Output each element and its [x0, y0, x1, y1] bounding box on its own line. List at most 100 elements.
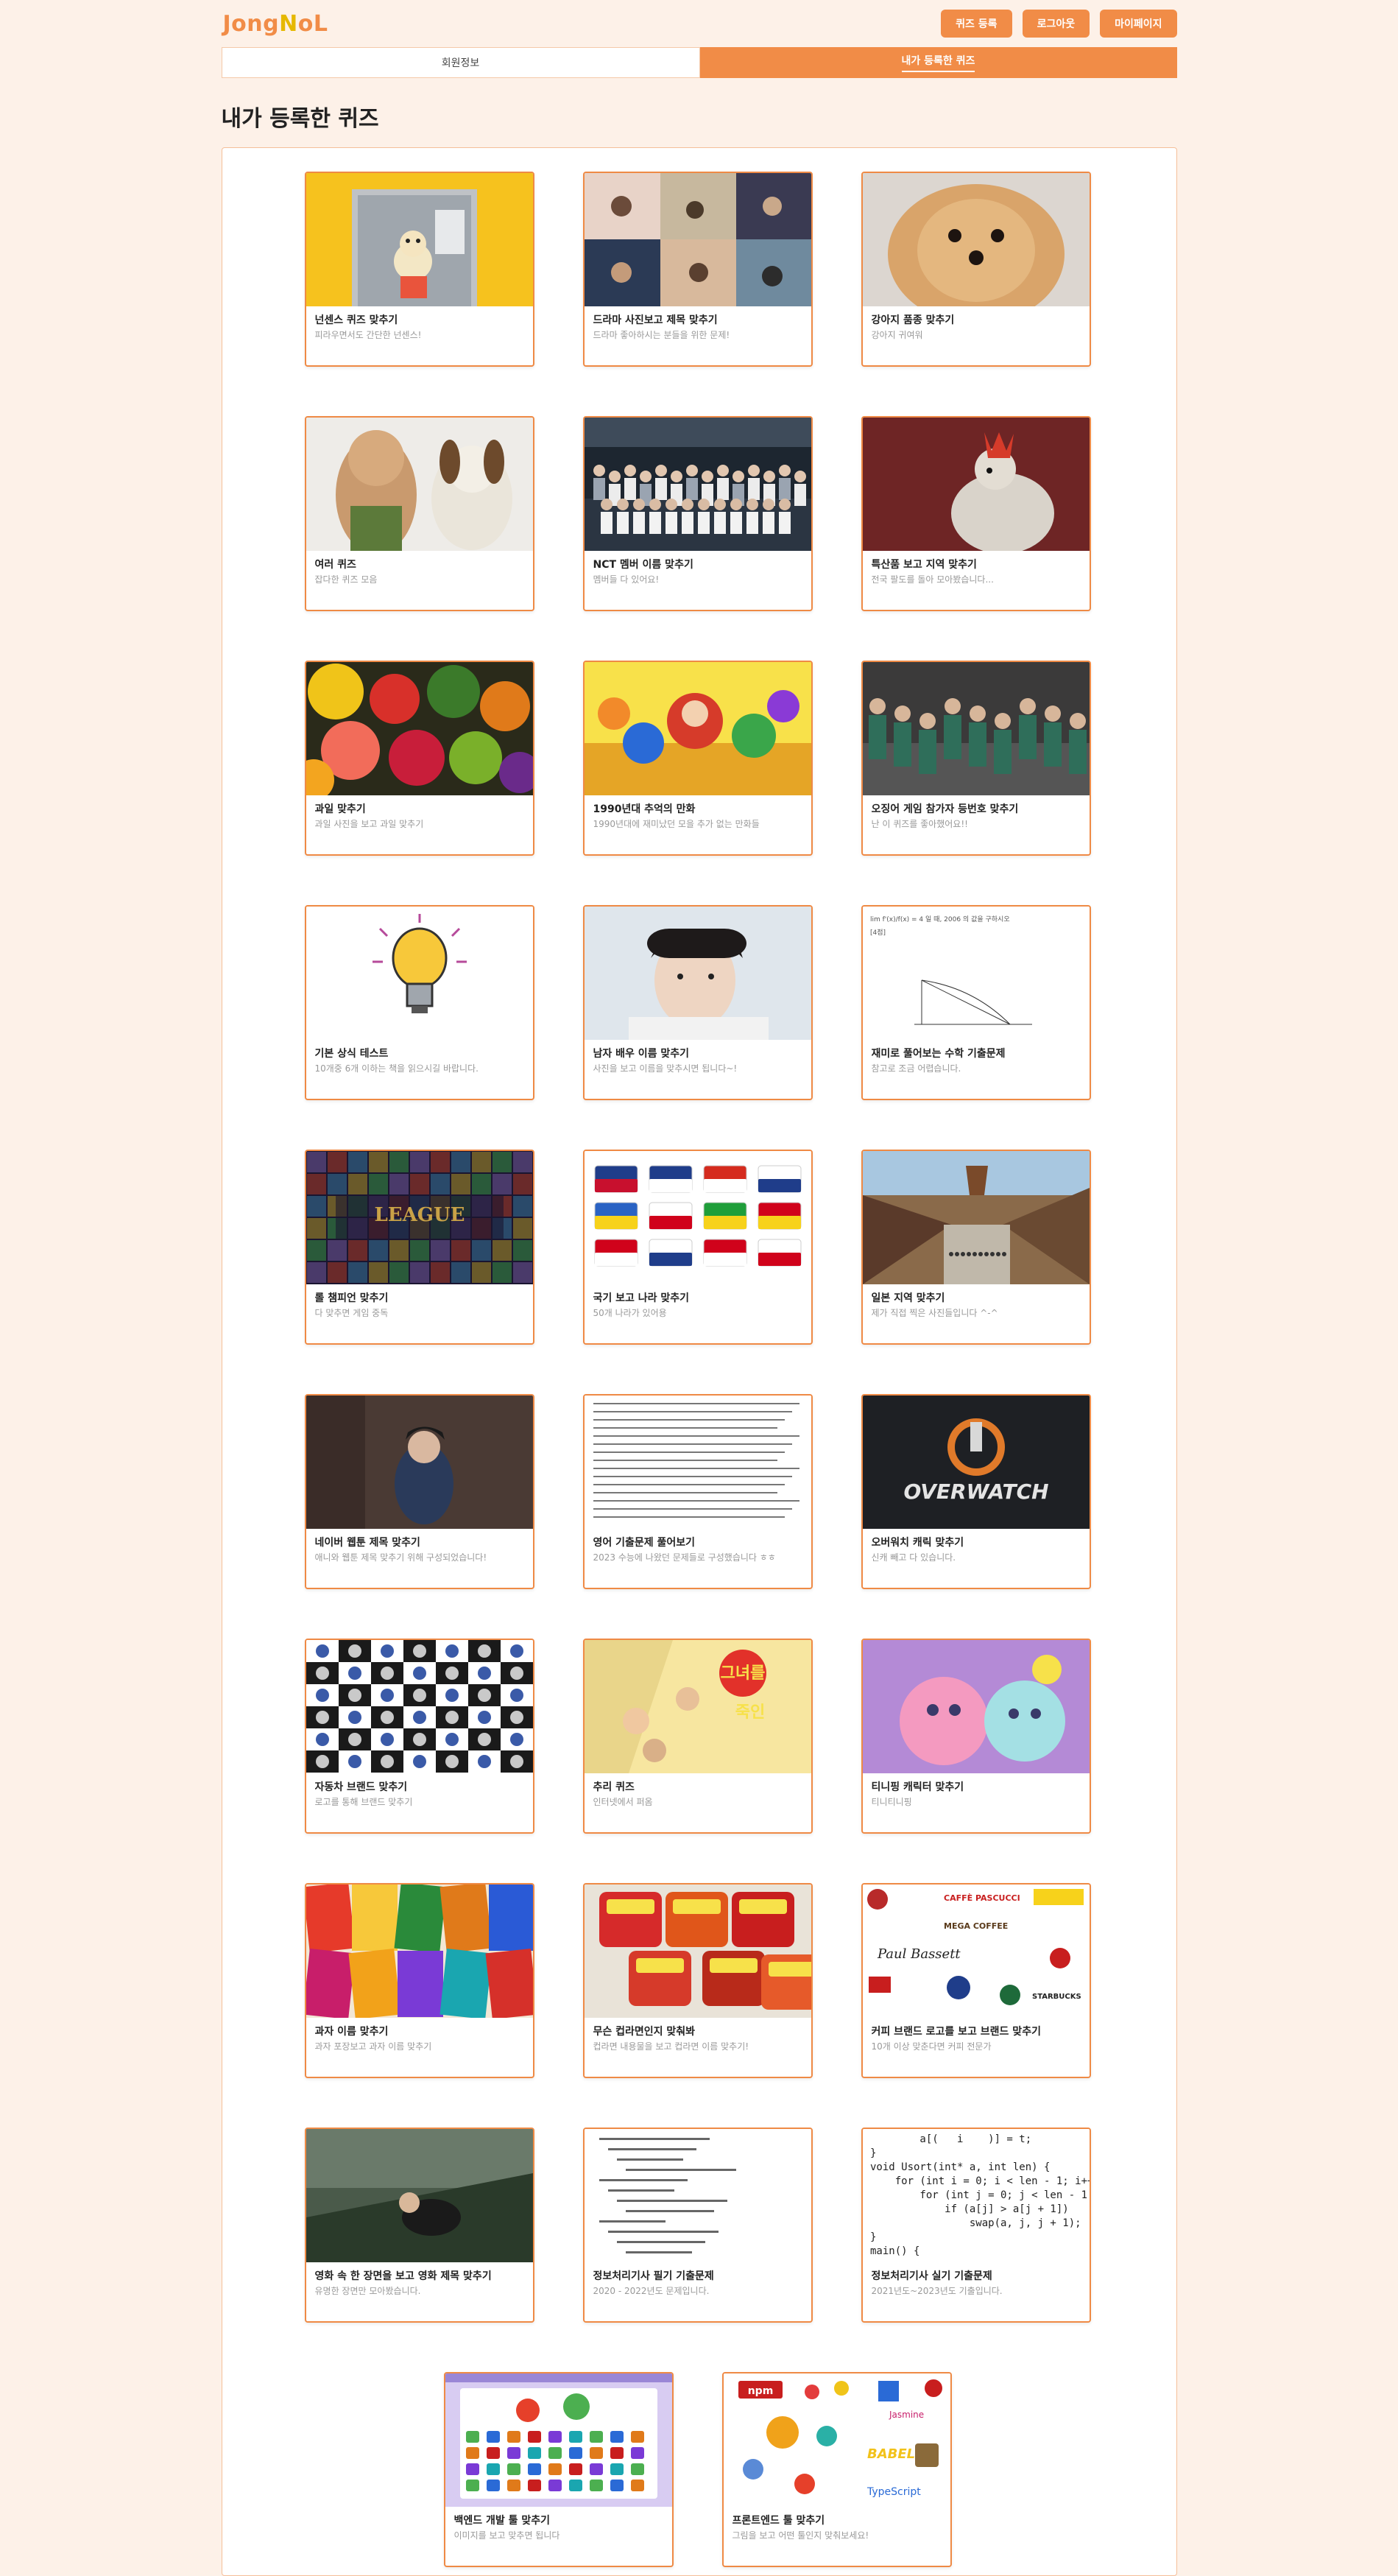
quiz-description: 사진을 보고 이름을 맞추시면 됩니다~! [593, 1063, 738, 1074]
quiz-title[interactable]: 커피 브랜드 로고를 보고 브랜드 맞추기 [872, 2024, 1081, 2038]
quiz-thumbnail[interactable] [584, 662, 811, 795]
quiz-card[interactable]: lim f'(x)/f(x) = 4 일 때, 2006 의 값을 구하시오 [4… [861, 905, 1091, 1100]
quiz-title[interactable]: 네이버 웹툰 제목 맞추기 [315, 1535, 524, 1549]
quiz-card[interactable]: 정보처리기사 필기 기출문제 2020 - 2022년도 문제입니다. [582, 2128, 813, 2323]
quiz-thumbnail[interactable] [862, 1151, 1090, 1284]
quiz-thumbnail[interactable]: CAFFÈ PASCUCCI MEGA COFFEE Paul Bassett STA… [862, 1885, 1090, 2018]
quiz-card[interactable]: a[( i )] = t;} void Usort(int* a, int len… [861, 2128, 1091, 2323]
quiz-thumbnail[interactable]: lim f'(x)/f(x) = 4 일 때, 2006 의 값을 구하시오 [4… [862, 907, 1090, 1040]
mypage-button[interactable]: 마이페이지 [1100, 10, 1177, 38]
quiz-description: 난 이 퀴즈를 좋아했어요!! [871, 819, 968, 829]
quiz-card[interactable]: 1990년대 추억의 만화 1990년대에 재미났던 모을 추가 없는 만화들 [582, 661, 813, 856]
quiz-card[interactable]: 기본 상식 테스트 10개중 6개 이하는 책을 읽으시길 바랍니다. [304, 905, 534, 1100]
quiz-card[interactable]: 강아지 품종 맞추기 강아지 귀여워 [861, 172, 1091, 367]
quiz-thumbnail[interactable] [584, 2129, 811, 2262]
quiz-card[interactable]: OVERWATCH 오버워치 캐릭 맞추기 신캐 빼고 다 있습니다. [861, 1394, 1091, 1589]
quiz-thumbnail[interactable] [306, 1885, 533, 2018]
quiz-thumbnail[interactable]: npm Jasmine BABEL TypeScript [723, 2373, 950, 2507]
quiz-thumbnail[interactable] [306, 1640, 533, 1773]
quiz-title[interactable]: 여러 퀴즈 [315, 557, 524, 571]
quiz-card[interactable]: 드라마 사진보고 제목 맞추기 드라마 좋아하시는 분들을 위한 문제! [582, 172, 813, 367]
quiz-card[interactable]: 과자 이름 맞추기 과자 포장보고 과자 이름 맞추기 [304, 1883, 534, 2078]
quiz-thumbnail[interactable] [584, 1885, 811, 2018]
quiz-card[interactable]: 과일 맞추기 과일 사진을 보고 과일 맞추기 [304, 661, 534, 856]
quiz-thumbnail[interactable] [306, 907, 533, 1040]
quiz-thumbnail[interactable] [306, 173, 533, 306]
quiz-title[interactable]: 기본 상식 테스트 [315, 1046, 524, 1060]
quiz-title[interactable]: 재미로 풀어보는 수학 기출문제 [872, 1046, 1081, 1060]
quiz-thumbnail[interactable] [862, 662, 1090, 795]
quiz-title[interactable]: 백엔드 개발 툴 맞추기 [454, 2513, 663, 2527]
quiz-title[interactable]: 일본 지역 맞추기 [872, 1290, 1081, 1305]
quiz-thumbnail[interactable] [862, 173, 1090, 306]
quiz-thumbnail[interactable] [862, 418, 1090, 551]
quiz-thumbnail[interactable] [584, 418, 811, 551]
quiz-thumbnail[interactable]: LEAGUE [306, 1151, 533, 1284]
quiz-title[interactable]: 무슨 컵라면인지 맞춰봐 [593, 2024, 802, 2038]
quiz-thumbnail[interactable] [584, 173, 811, 306]
register-quiz-button[interactable]: 퀴즈 등록 [941, 10, 1012, 38]
quiz-card[interactable]: 오징어 게임 참가자 등번호 맞추기난 이 퀴즈를 좋아했어요!! [861, 661, 1091, 856]
logo-letter: N [279, 10, 298, 37]
tab-member-info[interactable]: 회원정보 [221, 47, 700, 78]
quiz-title[interactable]: 드라마 사진보고 제목 맞추기 [593, 312, 802, 327]
quiz-card[interactable]: 영화 속 한 장면을 보고 영화 제목 맞추기 유명한 장면만 모아봤습니다. [304, 2128, 534, 2323]
quiz-thumbnail[interactable] [306, 418, 533, 551]
quiz-title[interactable]: 국기 보고 나라 맞추기 [593, 1290, 802, 1305]
quiz-title[interactable]: 정보처리기사 필기 기출문제 [593, 2268, 802, 2283]
quiz-thumbnail[interactable] [862, 1640, 1090, 1773]
quiz-title[interactable]: 영화 속 한 장면을 보고 영화 제목 맞추기 [315, 2268, 524, 2283]
quiz-title[interactable]: NCT 멤버 이름 맞추기 [593, 557, 802, 571]
quiz-title[interactable]: 특산품 보고 지역 맞추기 [872, 557, 1081, 571]
quiz-card[interactable]: 일본 지역 맞추기 제가 직접 찍은 사진들입니다 ^-^ [861, 1150, 1091, 1345]
quiz-title[interactable]: 티니핑 캐릭터 맞추기 [872, 1779, 1081, 1794]
quiz-title[interactable]: 추리 퀴즈 [593, 1779, 802, 1794]
quiz-title[interactable]: 정보처리기사 실기 기출문제 [872, 2268, 1081, 2283]
quiz-thumbnail[interactable] [306, 2129, 533, 2262]
quiz-thumbnail[interactable] [584, 1151, 811, 1284]
quiz-thumbnail[interactable]: a[( i )] = t;} void Usort(int* a, int len… [862, 2129, 1090, 2262]
quiz-title[interactable]: 강아지 품종 맞추기 [872, 312, 1081, 327]
quiz-card[interactable]: 영어 기출문제 풀어보기 2023 수능에 나왔던 문제들로 구성했습니다 ㅎㅎ [582, 1394, 813, 1589]
quiz-card[interactable]: CAFFÈ PASCUCCI MEGA COFFEE Paul Bassett STA… [861, 1883, 1091, 2078]
quiz-card[interactable]: 네이버 웹툰 제목 맞추기 애니와 웹툰 제목 맞추기 위해 구성되었습니다! [304, 1394, 534, 1589]
quiz-title[interactable]: 자동차 브랜드 맞추기 [315, 1779, 524, 1794]
quiz-list-panel: 넌센스 퀴즈 맞추기 피라우면서도 간단한 넌센스! 드라마 사진보고 제목 맞추기… [221, 147, 1177, 2576]
quiz-title[interactable]: 롤 챔피언 맞추기 [315, 1290, 524, 1305]
quiz-thumbnail[interactable]: 그녀를 죽인 [584, 1640, 811, 1773]
quiz-title[interactable]: 오징어 게임 참가자 등번호 맞추기 [872, 801, 1081, 816]
logo[interactable]: JongNoL [223, 11, 328, 37]
quiz-card[interactable]: 자동차 브랜드 맞추기 로고를 통해 브랜드 맞추기 [304, 1639, 534, 1834]
quiz-card-body: 넌센스 퀴즈 맞추기 피라우면서도 간단한 넌센스! [306, 306, 533, 341]
quiz-card[interactable]: 특산품 보고 지역 맞추기 전국 팔도를 돌아 모아봤습니다... [861, 416, 1091, 611]
quiz-thumbnail[interactable] [306, 1396, 533, 1529]
quiz-title[interactable]: 1990년대 추억의 만화 [593, 801, 802, 816]
quiz-card[interactable]: npm Jasmine BABEL TypeScript 프론트엔드 툴 맞추기그림을 … [721, 2372, 952, 2567]
quiz-description: 그림을 보고 어떤 툴인지 맞춰보세요! [732, 2530, 869, 2541]
quiz-title[interactable]: 넌센스 퀴즈 맞추기 [315, 312, 524, 327]
quiz-card[interactable]: 그녀를 죽인 추리 퀴즈 인터넷에서 퍼옴 [582, 1639, 813, 1834]
quiz-card[interactable]: 남자 배우 이름 맞추기사진을 보고 이름을 맞추시면 됩니다~! [582, 905, 813, 1100]
quiz-title[interactable]: 영어 기출문제 풀어보기 [593, 1535, 802, 1549]
quiz-thumbnail[interactable]: OVERWATCH [862, 1396, 1090, 1529]
quiz-card[interactable]: 넌센스 퀴즈 맞추기 피라우면서도 간단한 넌센스! [304, 172, 534, 367]
quiz-title[interactable]: 과자 이름 맞추기 [315, 2024, 524, 2038]
logout-button[interactable]: 로그아웃 [1022, 10, 1090, 38]
quiz-card[interactable]: 여러 퀴즈 잡다한 퀴즈 모음 [304, 416, 534, 611]
quiz-card[interactable]: 백엔드 개발 툴 맞추기 이미지를 보고 맞추면 됩니다 [443, 2372, 674, 2567]
quiz-card[interactable]: 무슨 컵라면인지 맞춰봐 컵라면 내용물을 보고 컵라면 이름 맞추기! [582, 1883, 813, 2078]
quiz-card[interactable]: 국기 보고 나라 맞추기 50개 나라가 있어용 [582, 1150, 813, 1345]
quiz-title[interactable]: 남자 배우 이름 맞추기 [593, 1046, 802, 1060]
tab-my-quizzes[interactable]: 내가 등록한 퀴즈 [699, 47, 1177, 78]
quiz-title[interactable]: 과일 맞추기 [315, 801, 524, 816]
quiz-thumbnail[interactable] [306, 662, 533, 795]
quiz-thumbnail[interactable] [584, 1396, 811, 1529]
quiz-thumbnail[interactable] [584, 907, 811, 1040]
quiz-title[interactable]: 프론트엔드 툴 맞추기 [732, 2513, 942, 2527]
quiz-card[interactable]: NCT 멤버 이름 맞추기 멤버들 다 있어요! [582, 416, 813, 611]
quiz-card-body: 롤 챔피언 맞추기 다 맞추면 게임 중독 [306, 1284, 533, 1319]
quiz-card[interactable]: LEAGUE 롤 챔피언 맞추기 다 맞추면 게임 중독 [304, 1150, 534, 1345]
quiz-thumbnail[interactable] [445, 2373, 672, 2507]
quiz-title[interactable]: 오버워치 캐릭 맞추기 [872, 1535, 1081, 1549]
quiz-card[interactable]: 티니핑 캐릭터 맞추기 티니티니핑 [861, 1639, 1091, 1834]
